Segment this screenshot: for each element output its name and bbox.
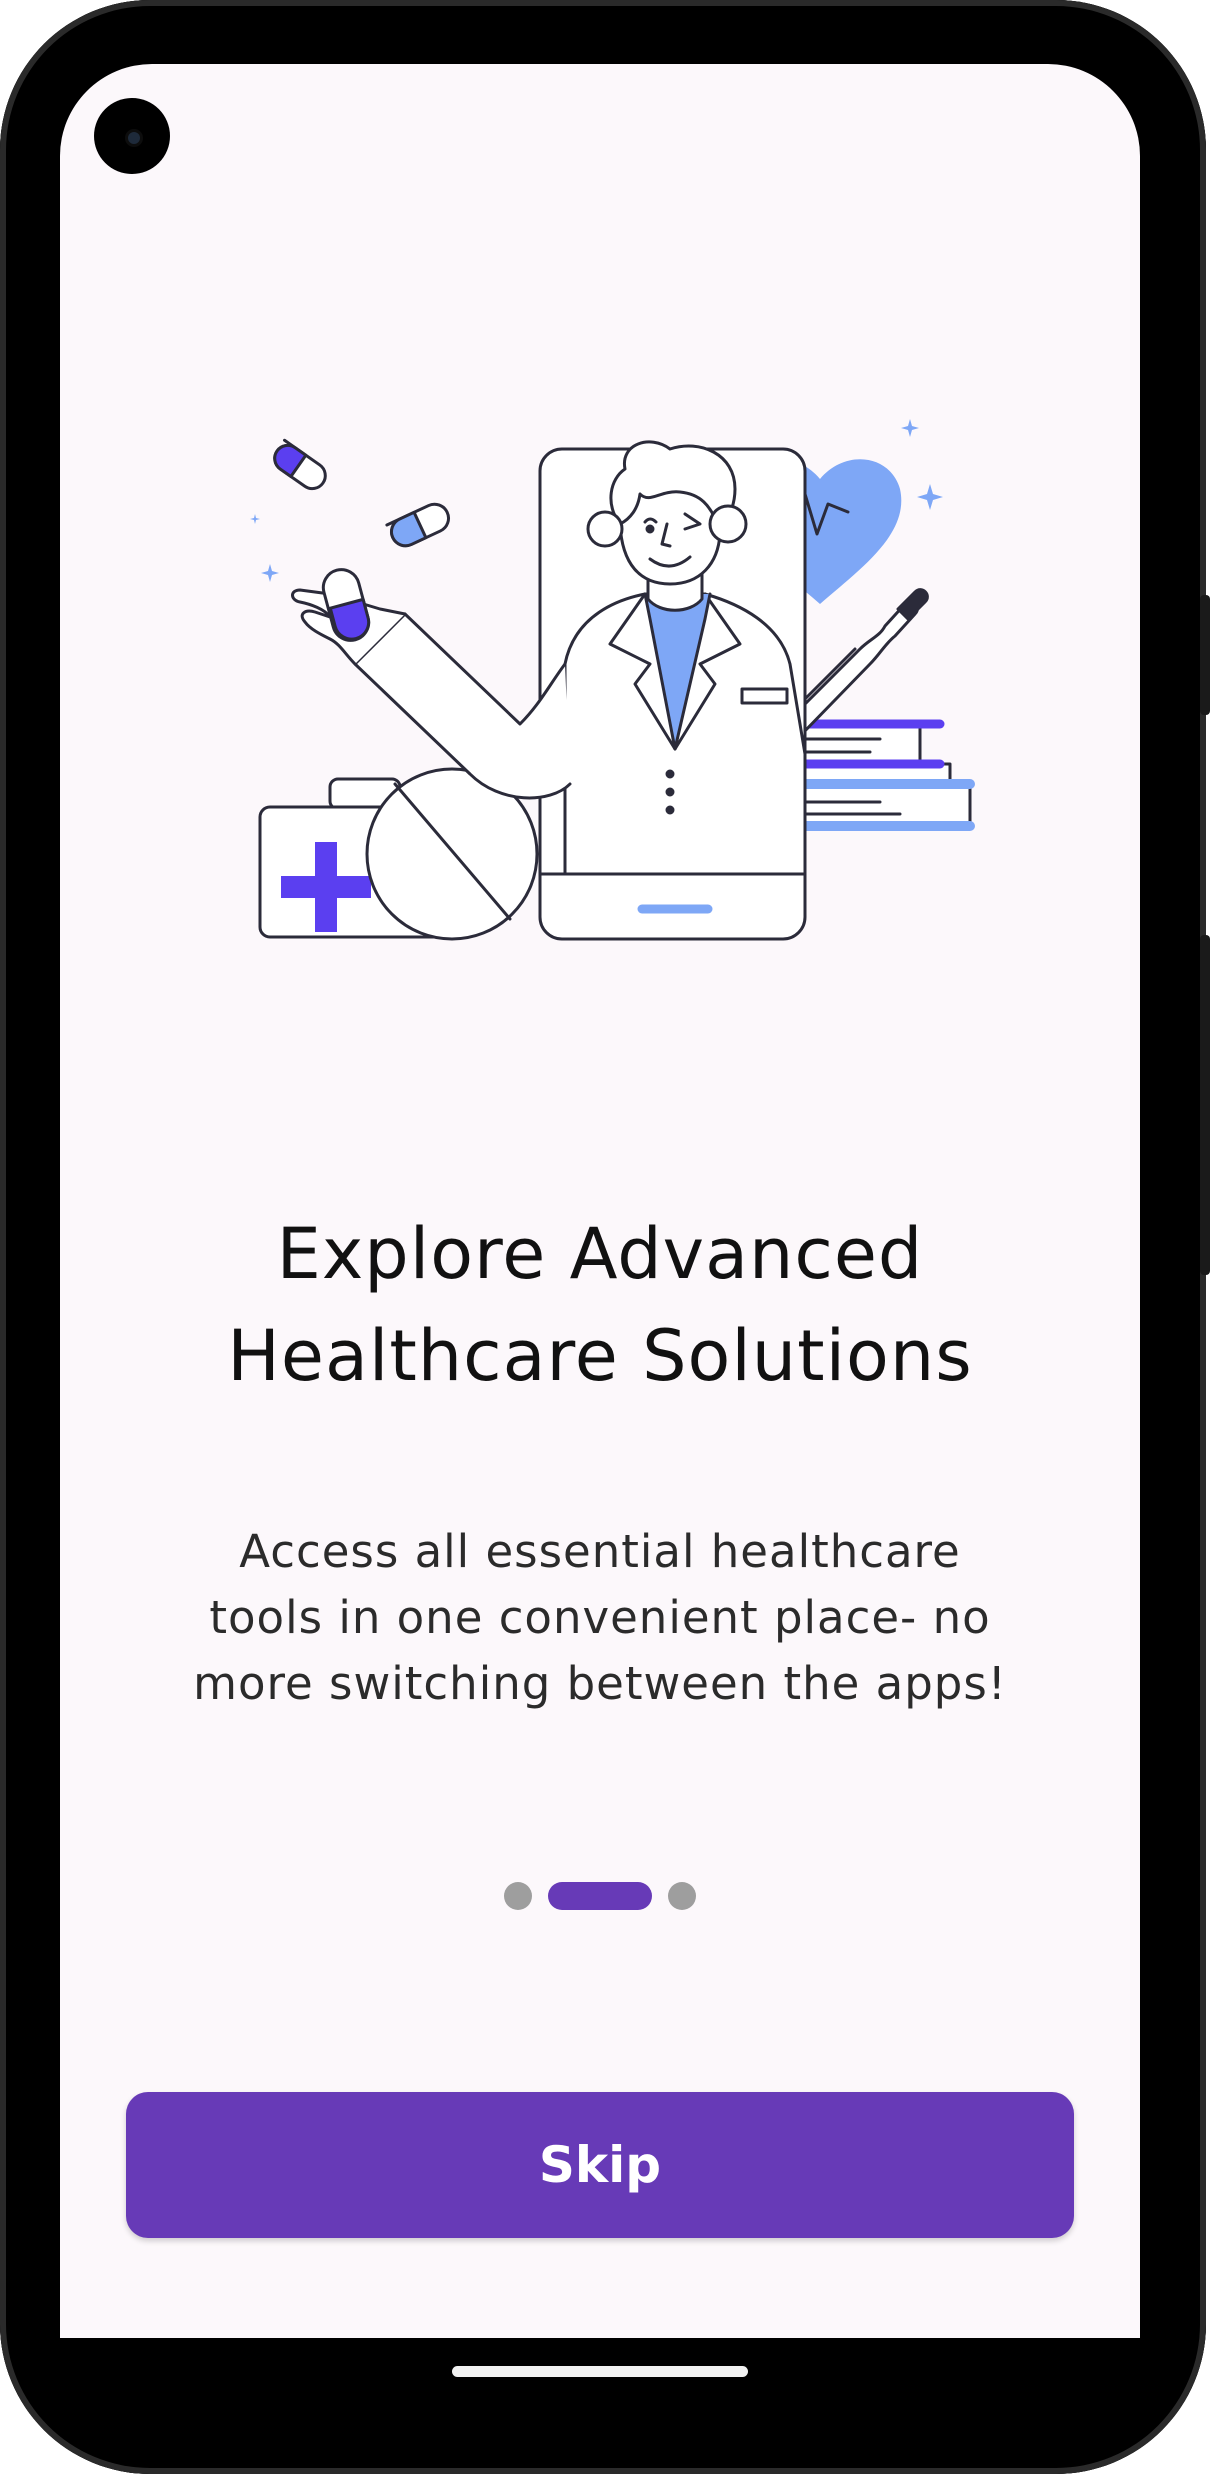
page-dot-3[interactable] xyxy=(668,1882,696,1910)
description-line-1: Access all essential healthcare xyxy=(239,1525,961,1578)
device-frame: Explore Advanced Healthcare Solutions Ac… xyxy=(0,0,1210,2474)
pill-icon xyxy=(273,438,451,642)
doctor-illustration xyxy=(250,419,975,941)
description-line-3: more switching between the apps! xyxy=(193,1657,1007,1710)
front-camera xyxy=(94,98,170,174)
power-button xyxy=(1200,595,1210,715)
onboarding-screen: Explore Advanced Healthcare Solutions Ac… xyxy=(60,64,1140,2338)
title-line-1: Explore Advanced xyxy=(276,1212,924,1295)
onboarding-title: Explore Advanced Healthcare Solutions xyxy=(60,1203,1140,1407)
description-line-2: tools in one convenient place- no xyxy=(209,1591,991,1644)
home-indicator[interactable] xyxy=(452,2366,748,2377)
page-dot-1[interactable] xyxy=(504,1882,532,1910)
onboarding-description: Access all essential healthcare tools in… xyxy=(60,1519,1140,1717)
page-dot-2-active[interactable] xyxy=(548,1882,652,1910)
title-line-2: Healthcare Solutions xyxy=(227,1314,973,1397)
volume-button xyxy=(1200,935,1210,1275)
page-indicator xyxy=(60,1882,1140,1910)
skip-button[interactable]: Skip xyxy=(126,2092,1074,2238)
